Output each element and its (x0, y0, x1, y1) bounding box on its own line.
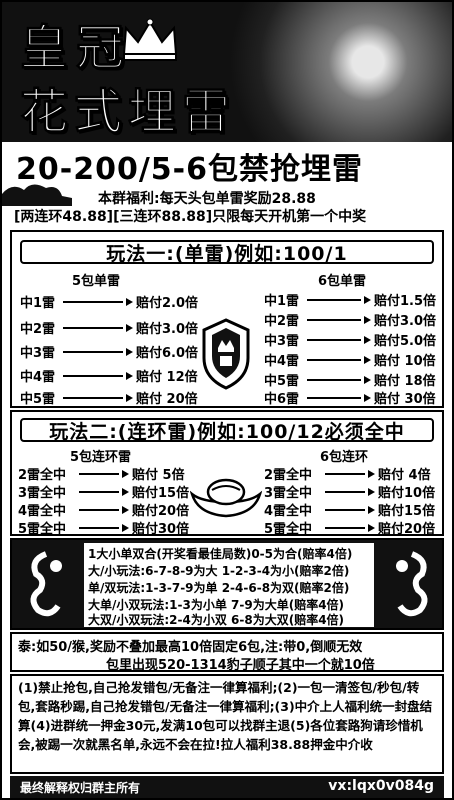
table-row: 3雷全中 赔付10倍 (264, 486, 436, 501)
table-row: 3雷全中 赔付15倍 (18, 486, 190, 501)
group-rules: (1)禁止抢包,自己抢发错包/无备注一律算福利;(2)一包一清签包/秒包/转包,… (10, 674, 444, 774)
footer-contact: vx:lqx0v084g (328, 778, 434, 794)
section2-title: 玩法二:(连环雷)例如:100/12必须全中 (12, 414, 442, 446)
list-item: 大/小玩法:6-7-8-9为大 1-2-3-4为小(赔率2倍) (88, 564, 350, 578)
table-row: 中5雷 赔付 18倍 (264, 374, 436, 389)
title-line1: 皇冠 (19, 20, 133, 77)
table-row: 中4雷 赔付 10倍 (264, 354, 436, 369)
section1-title: 玩法一:(单雷)例如:100/1 (12, 236, 442, 268)
table-row: 2雷全中 赔付 5倍 (18, 468, 185, 483)
game-rules-list: 1大小单双合(开奖看最佳局数)0-5为合(赔率4倍) 大/小玩法:6-7-8-9… (84, 543, 374, 627)
table-row: 中4雷 赔付 12倍 (20, 370, 198, 385)
section1-right-head: 6包单雷 (318, 274, 367, 289)
table-row: 中2雷 赔付3.0倍 (264, 314, 437, 329)
section2-right-head: 6包连环 (320, 450, 369, 465)
decorative-light (212, 2, 452, 142)
title-line2: 花式埋雷 (19, 84, 237, 141)
section1-left-head: 5包单雷 (72, 274, 121, 289)
table-row: 中3雷 赔付5.0倍 (264, 334, 437, 349)
table-row: 中6雷 赔付 30倍 (264, 392, 436, 407)
table-row: 4雷全中 赔付20倍 (18, 504, 190, 519)
section2-left-head: 5包连环雷 (70, 450, 132, 465)
table-row: 中2雷 赔付3.0倍 (20, 322, 199, 337)
footer-disclaimer: 最终解释权归群主所有 (20, 781, 141, 795)
footer-bar: 最终解释权归群主所有 vx:lqx0v084g (10, 776, 444, 798)
notice-line2: 包里出现520-1314豹子顺子其中一个就10倍 (106, 658, 375, 673)
cloud-decoration-icon (2, 184, 72, 206)
shield-emblem-icon (202, 318, 250, 390)
table-row: 4雷全中 赔付15倍 (264, 504, 436, 519)
table-row: 2雷全中 赔付 4倍 (264, 468, 431, 483)
notice-line1: 泰:如50/猴,奖励不叠加最高10倍固定6包,注:带0,倒顺无效 (18, 640, 363, 655)
notice-box: 泰:如50/猴,奖励不叠加最高10倍固定6包,注:带0,倒顺无效 包里出现520… (10, 632, 444, 673)
bonus-line1: 本群福利:每天头包单雷奖励28.88 (98, 191, 316, 207)
ornament-icon (396, 551, 428, 617)
game-rules-panel: 1大小单双合(开奖看最佳局数)0-5为合(赔率4倍) 大/小玩法:6-7-8-9… (10, 538, 444, 630)
table-row: 中5雷 赔付 20倍 (20, 392, 198, 407)
poster: 皇冠 花式埋雷 20-200/5-6包禁抢埋雷 本群福利:每天头包单雷奖励28.… (0, 0, 454, 800)
list-item: 大双/小双玩法:2-4为小双 6-8为大双(赔率4倍) (88, 613, 345, 627)
table-row: 中3雷 赔付6.0倍 (20, 346, 199, 361)
list-item: 1大小单双合(开奖看最佳局数)0-5为合(赔率4倍) (88, 547, 353, 561)
table-row: 5雷全中 赔付30倍 (18, 522, 190, 537)
table-row: 中1雷 赔付1.5倍 (264, 294, 437, 309)
table-row: 5雷全中 赔付20倍 (264, 522, 436, 537)
list-item: 单/双玩法:1-3-7-9为单 2-4-6-8为双(赔率2倍) (88, 581, 350, 595)
table-row: 中1雷 赔付2.0倍 (20, 296, 199, 311)
header-banner: 皇冠 花式埋雷 (2, 2, 452, 142)
ornament-icon (30, 551, 62, 617)
gold-ingot-icon (190, 478, 262, 518)
bonus-line2: [两连环48.88][三连环88.88]只限每天开机第一个中奖 (14, 209, 367, 225)
